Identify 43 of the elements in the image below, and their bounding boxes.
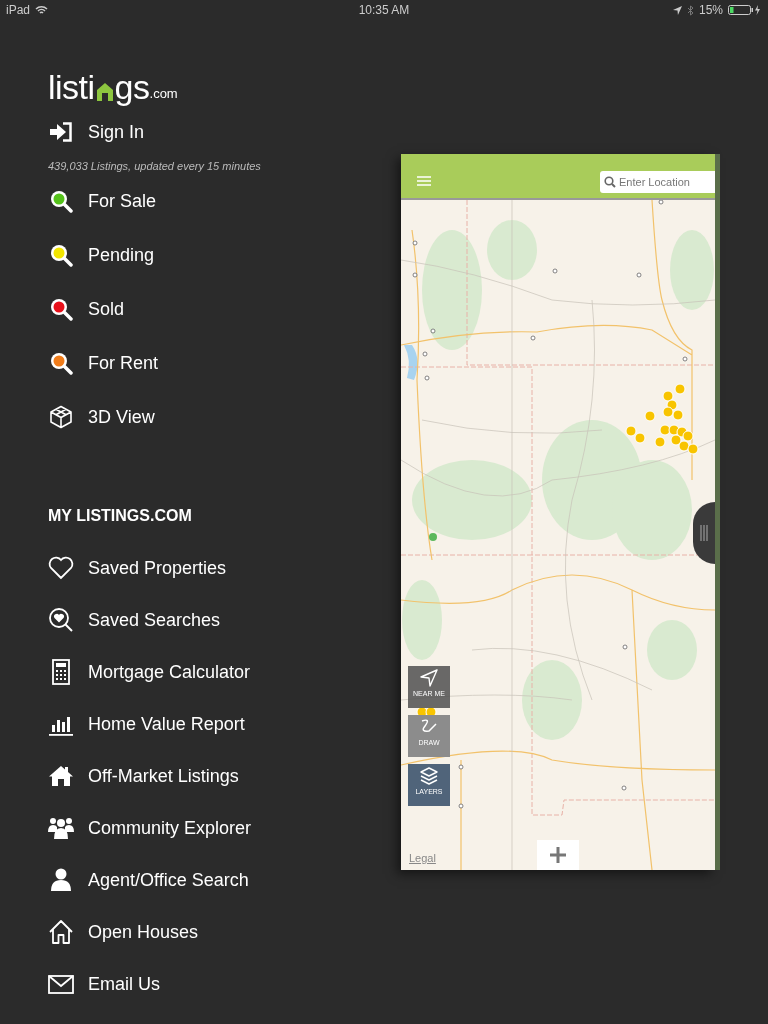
clock-time: 10:35 AM — [358, 3, 410, 17]
menu-item[interactable]: For Sale — [48, 174, 157, 228]
menu-item[interactable]: Mortgage Calculator — [48, 646, 251, 698]
heart-search-icon — [48, 607, 74, 633]
search-icon — [48, 189, 74, 213]
heart-icon — [48, 555, 74, 581]
menu-item[interactable]: Pending — [48, 228, 155, 282]
person-icon — [48, 867, 74, 893]
menu-item[interactable]: Email Us — [48, 958, 160, 1010]
house-outline-icon — [48, 919, 74, 945]
battery-percent: 15% — [698, 3, 723, 17]
menu-item[interactable]: Home Value Report — [48, 698, 245, 750]
group-icon — [48, 815, 74, 841]
menu-item[interactable]: Community Explorer — [48, 802, 252, 854]
zoom-in-button[interactable] — [537, 840, 579, 870]
layers-icon — [420, 767, 438, 785]
logo: listi gs.com — [48, 67, 179, 104]
house-icon — [95, 82, 114, 101]
menu-item[interactable]: Off-Market Listings — [48, 750, 239, 802]
menu-item[interactable]: 3D View — [48, 390, 155, 444]
location-arrow-icon — [420, 669, 438, 687]
search-icon — [48, 297, 74, 321]
menu-item[interactable]: Saved Properties — [48, 542, 227, 594]
menu-item[interactable]: Agent/Office Search — [48, 854, 249, 906]
cube-icon — [48, 405, 74, 429]
listing-count: 439,033 Listings, updated every 15 minutes — [48, 160, 262, 172]
search-icon — [48, 351, 74, 375]
search-icon — [48, 243, 74, 267]
section-heading: MY LISTINGS.COM — [48, 506, 193, 526]
search-icon — [604, 176, 616, 188]
menu-item[interactable]: For Rent — [48, 336, 159, 390]
house-icon — [48, 763, 74, 789]
wifi-icon — [35, 5, 49, 15]
sign-in-icon — [48, 122, 74, 142]
menu-item[interactable]: Open Houses — [48, 906, 199, 958]
location-arrow-icon — [672, 5, 682, 15]
menu-item[interactable]: Saved Searches — [48, 594, 221, 646]
battery-icon — [728, 5, 762, 15]
menu-item[interactable]: Sold — [48, 282, 125, 336]
bluetooth-icon — [686, 4, 694, 16]
device-name: iPad — [6, 3, 31, 17]
plus-icon — [548, 845, 568, 865]
location-search-field[interactable]: Enter Location — [600, 171, 715, 193]
